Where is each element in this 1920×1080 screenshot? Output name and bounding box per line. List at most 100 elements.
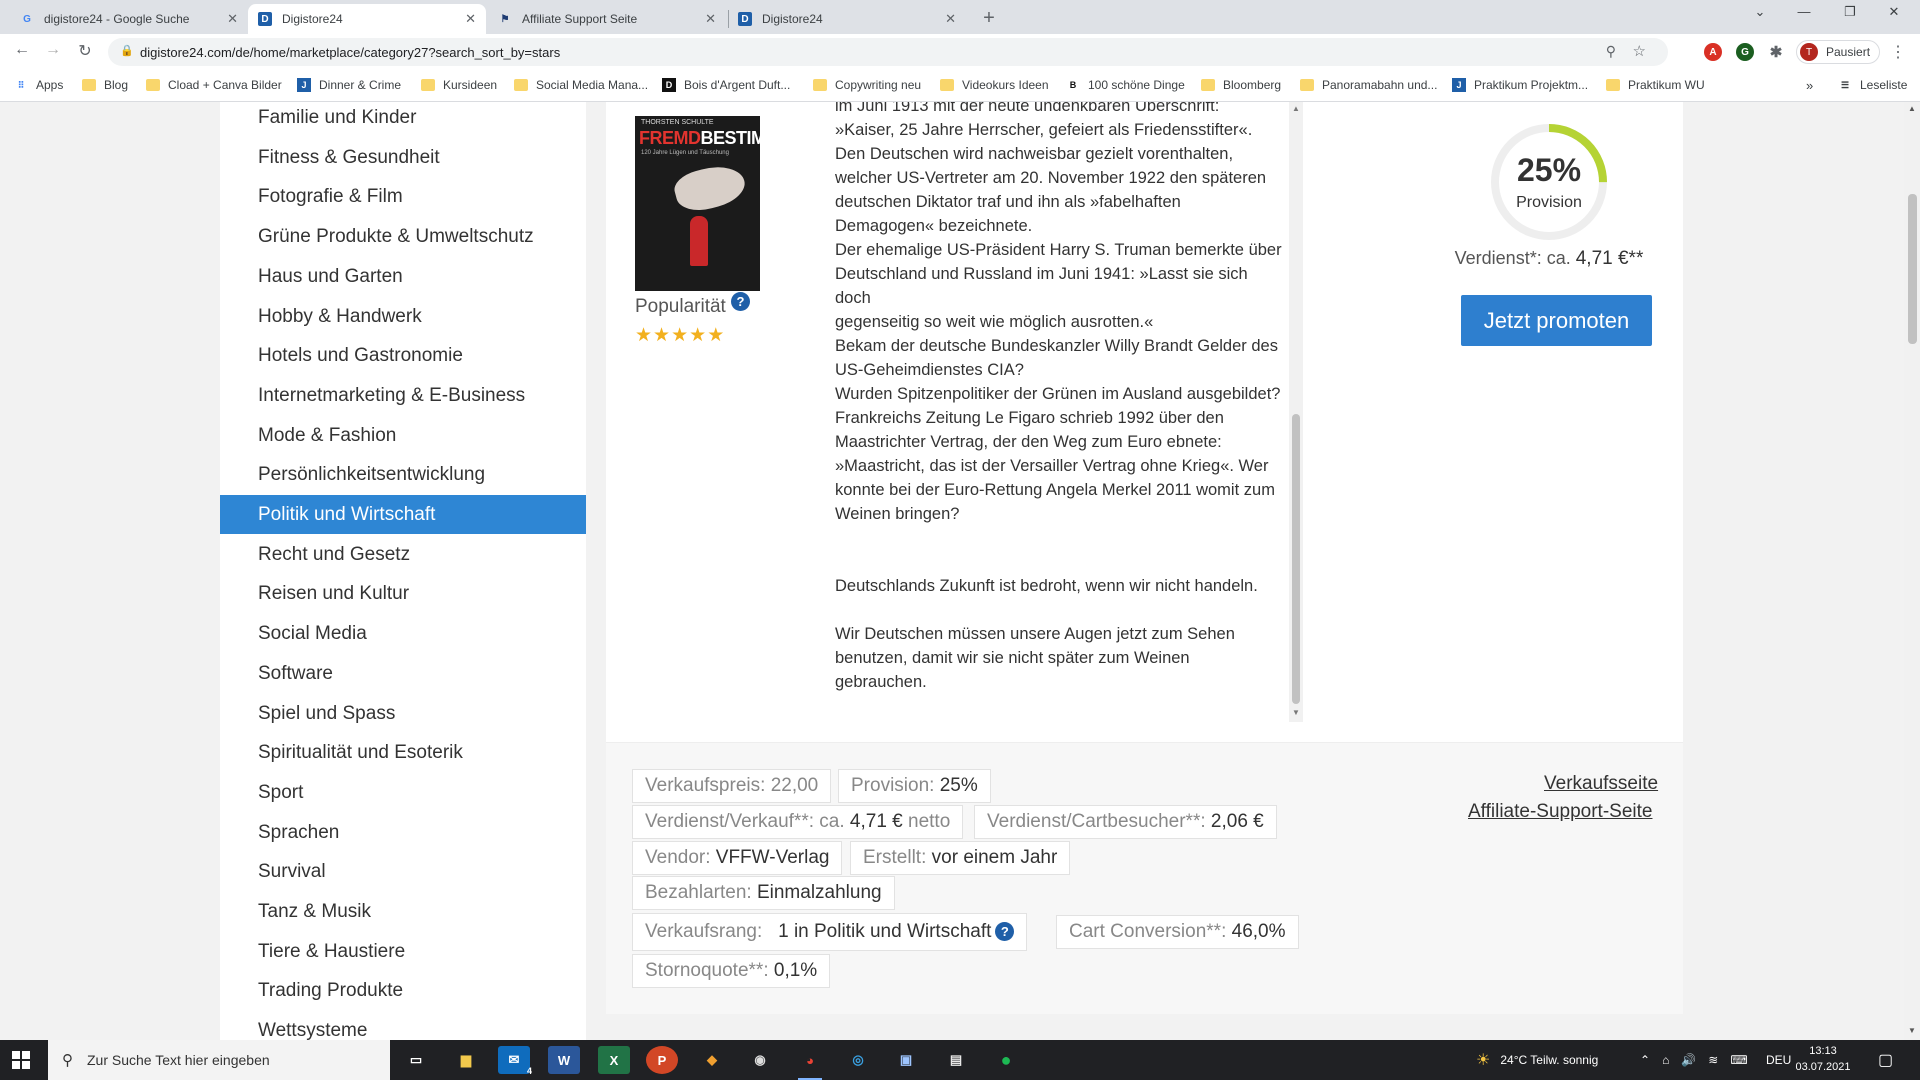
- tab-digistore24-active[interactable]: D Digistore24 ✕: [248, 4, 486, 34]
- close-tab-icon[interactable]: ✕: [227, 11, 238, 27]
- sidebar-category-item[interactable]: Internetmarketing & E-Business: [220, 376, 586, 415]
- scroll-up-arrow-icon[interactable]: ▲: [1908, 104, 1916, 113]
- description-scroll-area[interactable]: im Juni 1913 mit der heute undenkbaren Ü…: [835, 102, 1287, 722]
- sidebar-category-item[interactable]: Haus und Garten: [220, 257, 586, 296]
- bookmark-star-icon[interactable]: ☆: [1633, 42, 1646, 60]
- bookmark-kursideen[interactable]: Kursideen: [421, 78, 497, 92]
- bookmark-copywriting[interactable]: Copywriting neu: [813, 78, 921, 92]
- page-scrollbar-thumb[interactable]: [1908, 194, 1917, 344]
- obs-icon[interactable]: ◉: [744, 1046, 776, 1074]
- close-tab-icon[interactable]: ✕: [465, 11, 476, 27]
- app-window-icon[interactable]: ▣: [890, 1046, 922, 1074]
- taskbar-search-input[interactable]: ⚲ Zur Suche Text hier eingeben: [48, 1040, 390, 1080]
- bookmark-blog[interactable]: Blog: [82, 78, 128, 92]
- chevron-up-icon[interactable]: ⌃: [1640, 1053, 1650, 1067]
- zoom-icon[interactable]: ⚲: [1606, 43, 1616, 60]
- bookmark-bloomberg[interactable]: Bloomberg: [1201, 78, 1281, 92]
- sidebar-category-item[interactable]: Tanz & Musik: [220, 892, 586, 931]
- bookmark-praktikum-projekt[interactable]: J Praktikum Projektm...: [1452, 78, 1588, 92]
- network-icon[interactable]: ⌂: [1662, 1053, 1669, 1067]
- clock[interactable]: 13:13 03.07.2021: [1793, 1043, 1853, 1075]
- wifi-icon[interactable]: ≋: [1708, 1053, 1718, 1067]
- powerpoint-icon[interactable]: P: [646, 1046, 678, 1074]
- sidebar-category-item[interactable]: Social Media: [220, 614, 586, 653]
- book-cover-image[interactable]: THORSTEN SCHULTE FREMDBESTIMMT 120 Jahre…: [635, 116, 760, 291]
- promote-button[interactable]: Jetzt promoten: [1461, 295, 1652, 346]
- word-icon[interactable]: W: [548, 1046, 580, 1074]
- sidebar-category-item[interactable]: Persönlichkeitsentwicklung: [220, 455, 586, 494]
- new-tab-button[interactable]: +: [976, 7, 1002, 30]
- sidebar-category-item[interactable]: Fitness & Gesundheit: [220, 138, 586, 177]
- bookmark-bois-dargent[interactable]: D Bois d'Argent Duft...: [662, 78, 790, 92]
- bookmark-panoramabahn[interactable]: Panoramabahn und...: [1300, 78, 1437, 92]
- bookmark-videokurs[interactable]: Videokurs Ideen: [940, 78, 1049, 92]
- close-window-button[interactable]: ✕: [1880, 4, 1908, 20]
- bookmark-apps[interactable]: ⠿ Apps: [14, 78, 64, 92]
- sidebar-category-item[interactable]: Survival: [220, 852, 586, 891]
- back-arrow-icon[interactable]: ←: [10, 41, 34, 59]
- file-explorer-icon[interactable]: ▆: [450, 1046, 482, 1074]
- keyboard-icon[interactable]: ⌨: [1730, 1053, 1747, 1067]
- sidebar-category-item[interactable]: Spiel und Spass: [220, 694, 586, 733]
- extensions-puzzle-icon[interactable]: ✱: [1767, 43, 1785, 61]
- sidebar-category-item[interactable]: Software: [220, 654, 586, 693]
- verkaufsseite-link[interactable]: Verkaufsseite: [1544, 773, 1658, 795]
- windows-start-icon[interactable]: [12, 1051, 30, 1069]
- weather-widget[interactable]: ☀ 24°C Teilw. sonnig: [1476, 1040, 1598, 1080]
- edge-icon[interactable]: ◎: [842, 1046, 874, 1074]
- mail-icon[interactable]: ✉ 4: [498, 1046, 532, 1076]
- bookmark-dinner-crime[interactable]: J Dinner & Crime: [297, 78, 401, 92]
- bookmark-cload-canva[interactable]: Cload + Canva Bilder: [146, 78, 282, 92]
- reload-icon[interactable]: ↻: [73, 41, 97, 61]
- sidebar-category-item[interactable]: Hobby & Handwerk: [220, 297, 586, 336]
- profile-button[interactable]: T Pausiert: [1796, 40, 1880, 64]
- reading-list[interactable]: ☰ Leseliste: [1838, 78, 1907, 92]
- sidebar-category-item[interactable]: Hotels und Gastronomie: [220, 336, 586, 375]
- sidebar-category-item[interactable]: Trading Produkte: [220, 971, 586, 1010]
- affiliate-support-link[interactable]: Affiliate-Support-Seite: [1468, 801, 1652, 823]
- sidebar-category-item[interactable]: Sprachen: [220, 813, 586, 852]
- minimize-button[interactable]: —: [1790, 4, 1818, 19]
- sidebar-category-item[interactable]: Familie und Kinder: [220, 102, 586, 137]
- browser-menu-icon[interactable]: ⋮: [1890, 42, 1906, 62]
- close-tab-icon[interactable]: ✕: [705, 11, 716, 27]
- bookmarks-overflow-icon[interactable]: »: [1806, 78, 1813, 93]
- adblock-icon[interactable]: A: [1704, 43, 1722, 61]
- tab-digistore24[interactable]: D Digistore24 ✕: [728, 4, 966, 34]
- help-icon[interactable]: ?: [731, 292, 750, 311]
- sidebar-category-item[interactable]: Politik und Wirtschaft: [220, 495, 586, 534]
- bookmark-social-media[interactable]: Social Media Mana...: [514, 78, 648, 92]
- help-icon[interactable]: ?: [995, 922, 1015, 941]
- language-indicator[interactable]: DEU: [1766, 1040, 1791, 1080]
- grammarly-icon[interactable]: G: [1736, 43, 1754, 61]
- sidebar-category-item[interactable]: Fotografie & Film: [220, 177, 586, 216]
- scroll-up-arrow-icon[interactable]: ▲: [1292, 104, 1300, 113]
- restore-button[interactable]: ❐: [1836, 4, 1864, 20]
- chrome-icon[interactable]: ◕: [794, 1046, 826, 1080]
- excel-icon[interactable]: X: [598, 1046, 630, 1074]
- forward-arrow-icon[interactable]: →: [41, 41, 65, 59]
- tab-google-search[interactable]: G digistore24 - Google Suche ✕: [10, 4, 248, 34]
- app-icon[interactable]: ◆: [696, 1046, 728, 1074]
- spotify-icon[interactable]: ●: [990, 1046, 1022, 1074]
- sidebar-category-item[interactable]: Reisen und Kultur: [220, 574, 586, 613]
- scroll-down-arrow-icon[interactable]: ▼: [1908, 1026, 1916, 1035]
- sidebar-category-item[interactable]: Tiere & Haustiere: [220, 932, 586, 971]
- sidebar-category-item[interactable]: Sport: [220, 773, 586, 812]
- description-scrollbar-thumb[interactable]: [1292, 414, 1300, 704]
- sidebar-category-item[interactable]: Grüne Produkte & Umweltschutz: [220, 217, 586, 256]
- sidebar-category-item[interactable]: Recht und Gesetz: [220, 535, 586, 574]
- bookmark-praktikum-wu[interactable]: Praktikum WU: [1606, 78, 1705, 92]
- tab-search-icon[interactable]: ⌄: [1746, 4, 1774, 20]
- scroll-down-arrow-icon[interactable]: ▼: [1292, 708, 1300, 717]
- address-bar[interactable]: 🔒 digistore24.com/de/home/marketplace/ca…: [108, 38, 1668, 66]
- page-scrollbar[interactable]: ▲ ▼: [1904, 102, 1920, 1040]
- tab-affiliate-support[interactable]: ⚑ Affiliate Support Seite ✕: [488, 4, 726, 34]
- volume-icon[interactable]: 🔊: [1681, 1053, 1696, 1067]
- sidebar-category-item[interactable]: Mode & Fashion: [220, 416, 586, 455]
- sidebar-category-item[interactable]: Spiritualität und Esoterik: [220, 733, 586, 772]
- close-tab-icon[interactable]: ✕: [945, 11, 956, 27]
- task-view-icon[interactable]: ▭: [400, 1046, 432, 1074]
- notification-icon[interactable]: ▢: [1878, 1040, 1893, 1080]
- sidebar-category-item[interactable]: Wettsysteme: [220, 1011, 586, 1040]
